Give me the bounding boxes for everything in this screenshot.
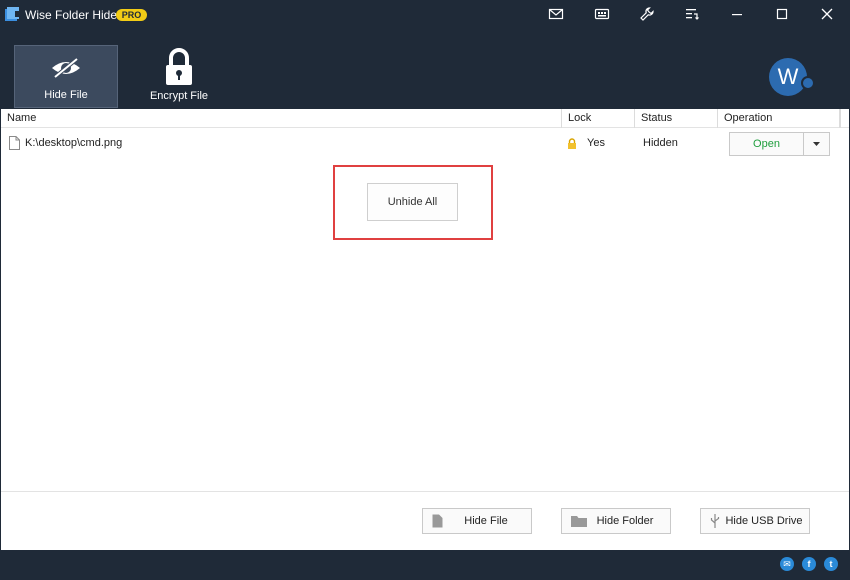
minimize-icon[interactable] [727, 5, 747, 23]
email-icon[interactable]: ✉ [780, 557, 794, 571]
main-toolbar: Hide File Encrypt File W [0, 30, 850, 109]
hide-usb-button-label: Hide USB Drive [725, 515, 803, 527]
file-path: K:\desktop\cmd.png [25, 137, 123, 149]
table-header: Name Lock Status Operation [1, 109, 849, 128]
encrypt-file-tab-label: Encrypt File [149, 90, 209, 102]
hide-file-button[interactable]: Hide File [422, 508, 532, 534]
status-footer [0, 550, 850, 580]
hide-folder-button-label: Hide Folder [596, 515, 654, 527]
lock-icon [166, 48, 192, 85]
unhide-all-button[interactable]: Unhide All [367, 183, 458, 221]
lock-value: Yes [587, 137, 605, 149]
pro-badge: PRO [116, 9, 147, 21]
feedback-icon[interactable] [594, 6, 610, 22]
hide-file-button-label: Hide File [464, 515, 508, 527]
encrypt-file-tab[interactable]: Encrypt File [127, 45, 231, 108]
title-bar: Wise Folder Hider PRO [0, 0, 850, 30]
hide-file-tab[interactable]: Hide File [14, 45, 118, 108]
hide-file-tab-label: Hide File [44, 89, 88, 101]
operation-group: Open [729, 132, 830, 156]
column-header-name[interactable]: Name [1, 109, 562, 128]
facebook-icon[interactable]: f [802, 557, 816, 571]
mail-icon[interactable] [548, 6, 564, 22]
twitter-icon[interactable]: t [824, 557, 838, 571]
chevron-down-icon[interactable] [804, 133, 829, 155]
file-list-panel: Name Lock Status Operation K:\desktop\cm… [1, 109, 849, 550]
avatar-badge-dot [801, 76, 815, 90]
maximize-icon[interactable] [772, 5, 792, 23]
file-icon [9, 136, 20, 150]
settings-icon[interactable] [639, 6, 655, 22]
column-header-status[interactable]: Status [635, 109, 718, 128]
app-logo-icon [5, 7, 19, 21]
open-button[interactable]: Open [730, 133, 804, 155]
user-avatar[interactable]: W [769, 58, 807, 96]
column-header-operation[interactable]: Operation [718, 109, 840, 128]
column-header-lock[interactable]: Lock [562, 109, 635, 128]
hide-usb-button[interactable]: Hide USB Drive [700, 508, 810, 534]
divider [1, 491, 849, 492]
table-row[interactable]: K:\desktop\cmd.png Yes Hidden Open [1, 131, 839, 156]
close-icon[interactable] [817, 5, 837, 23]
menu-icon[interactable] [684, 6, 700, 22]
hide-folder-button[interactable]: Hide Folder [561, 508, 671, 534]
header-scroll-stub [840, 109, 849, 128]
status-value: Hidden [643, 137, 678, 149]
app-title: Wise Folder Hider [25, 8, 122, 22]
lock-small-icon [568, 138, 576, 149]
hidden-eye-icon [52, 57, 80, 79]
